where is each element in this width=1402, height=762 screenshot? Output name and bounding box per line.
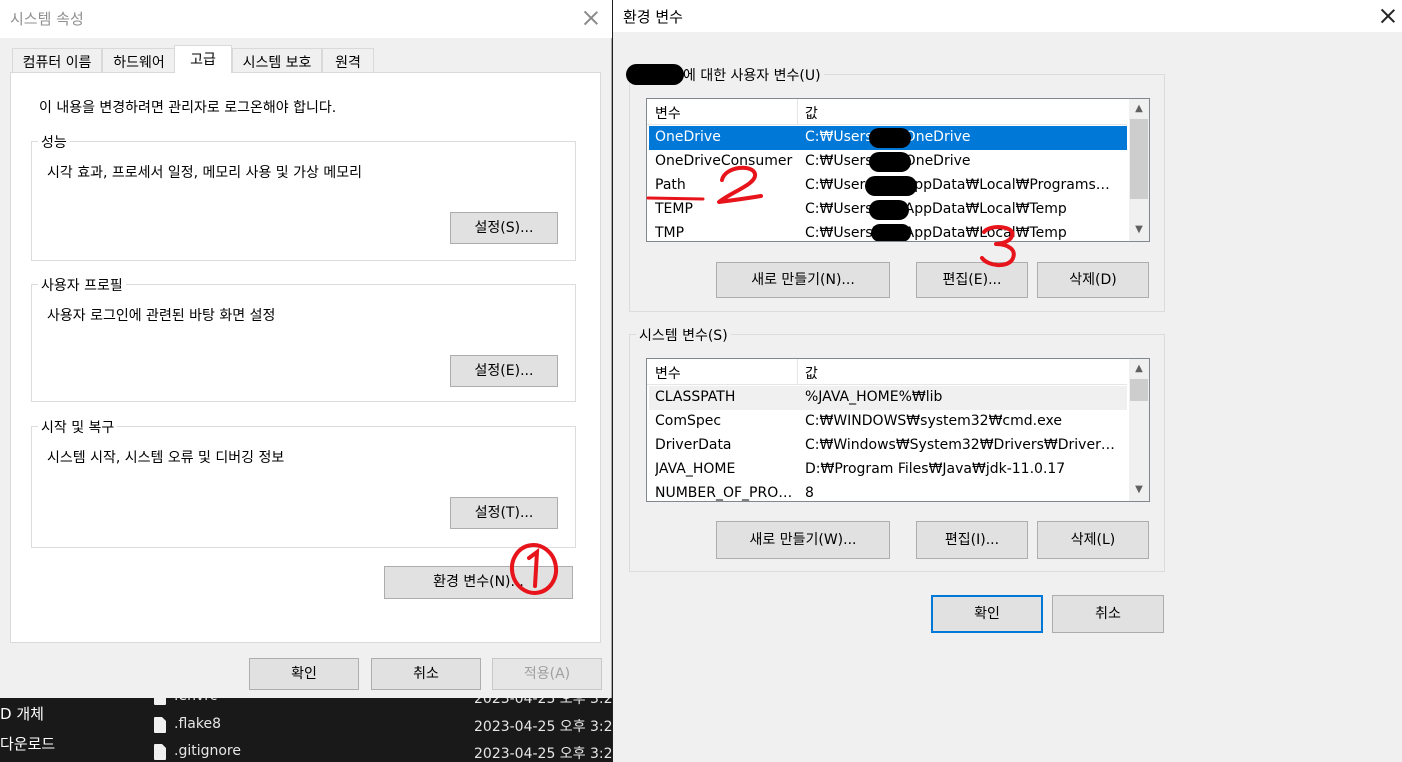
- system-delete-button[interactable]: 삭제(L): [1037, 521, 1149, 559]
- tab-advanced[interactable]: 고급: [174, 45, 232, 73]
- vertical-scrollbar[interactable]: ▲ ▼: [1129, 99, 1149, 241]
- column-header-value[interactable]: 값: [805, 363, 818, 383]
- close-icon[interactable]: [1381, 9, 1395, 23]
- annotation-marker-2: [646, 165, 763, 204]
- list-item[interactable]: JAVA_HOME D:₩Program Files₩Java₩jdk-11.0…: [649, 458, 1127, 482]
- file-icon: [154, 744, 166, 760]
- cancel-button[interactable]: 취소: [371, 658, 481, 690]
- variable-value: C:₩Users₩ ₩AppData₩Local₩Programs₩Python…: [805, 177, 1123, 193]
- title-bar[interactable]: 시스템 속성: [0, 0, 612, 38]
- variable-name: JAVA_HOME: [655, 461, 736, 477]
- scroll-up-icon[interactable]: ▲: [1129, 99, 1149, 119]
- user-profile-settings-button[interactable]: 설정(E)...: [450, 355, 558, 387]
- admin-notice: 이 내용을 변경하려면 관리자로 로그온해야 합니다.: [39, 100, 337, 116]
- variable-value: C:₩Users₩ ₩AppData₩Local₩Temp: [805, 201, 1067, 217]
- vertical-scrollbar[interactable]: ▲ ▼: [1129, 359, 1149, 501]
- group-description: 사용자 로그인에 관련된 바탕 화면 설정: [47, 308, 276, 324]
- user-new-button[interactable]: 새로 만들기(N)...: [716, 262, 890, 298]
- file-name: .gitignore: [174, 743, 241, 759]
- nav-item-downloads[interactable]: 다운로드: [0, 733, 55, 754]
- redaction-mark: [626, 64, 684, 85]
- nav-item-objects[interactable]: D 개체: [0, 703, 44, 724]
- variable-value: C:₩Users₩ ₩OneDrive: [805, 129, 971, 145]
- file-row[interactable]: .flake8 2023-04-25 오후 3:24: [150, 714, 622, 738]
- file-icon: [154, 717, 166, 733]
- system-new-button[interactable]: 새로 만들기(W)...: [716, 521, 890, 559]
- cancel-button[interactable]: 취소: [1052, 595, 1164, 633]
- variable-name: CLASSPATH: [655, 389, 736, 405]
- tab-hardware[interactable]: 하드웨어: [102, 48, 176, 72]
- user-profile-group: 사용자 프로필 사용자 로그인에 관련된 바탕 화면 설정 설정(E)...: [31, 275, 576, 402]
- column-header-variable[interactable]: 변수: [655, 363, 681, 383]
- tab-remote[interactable]: 원격: [322, 48, 374, 72]
- list-header: 변수 값: [647, 359, 1127, 385]
- annotation-marker-1: [509, 543, 559, 595]
- variable-name: DriverData: [655, 437, 732, 453]
- user-variables-legend: 에 대한 사용자 변수(U): [680, 65, 824, 85]
- variable-name: OneDrive: [655, 129, 721, 145]
- scroll-down-icon[interactable]: ▼: [1129, 480, 1149, 500]
- annotation-marker-3: [980, 225, 1016, 267]
- variable-value: C:₩Users₩ ₩AppData₩Local₩Temp: [805, 225, 1067, 241]
- title-bar[interactable]: 환경 변수: [613, 0, 1402, 32]
- apply-button: 적용(A): [492, 658, 602, 690]
- tab-system-protection[interactable]: 시스템 보호: [232, 48, 322, 72]
- column-header-variable[interactable]: 변수: [655, 103, 681, 123]
- file-explorer-background: D 개체 다운로드 .envrc 2023-04-25 오후 3:24 .fla…: [0, 688, 621, 762]
- variable-name: NUMBER_OF_PROCESSORS: [655, 485, 801, 501]
- redaction-mark: [865, 176, 917, 196]
- group-legend: 시작 및 복구: [38, 417, 118, 437]
- column-header-value[interactable]: 값: [805, 103, 818, 123]
- variable-value: D:₩Program Files₩Java₩jdk-11.0.17: [805, 461, 1066, 477]
- performance-group: 성능 시각 효과, 프로세서 일정, 메모리 사용 및 가상 메모리 설정(S)…: [31, 132, 576, 261]
- list-header: 변수 값: [647, 99, 1127, 125]
- scroll-thumb[interactable]: [1130, 379, 1148, 401]
- redaction-mark: [869, 152, 911, 172]
- dialog-title: 환경 변수: [623, 8, 683, 26]
- redaction-mark: [869, 200, 909, 220]
- redaction-mark: [871, 224, 911, 241]
- list-item[interactable]: ComSpec C:₩WINDOWS₩system32₩cmd.exe: [649, 410, 1127, 434]
- dialog-title: 시스템 속성: [10, 10, 84, 28]
- performance-settings-button[interactable]: 설정(S)...: [450, 212, 558, 244]
- list-item[interactable]: NUMBER_OF_PROCESSORS 8: [649, 482, 1127, 501]
- scroll-down-icon[interactable]: ▼: [1129, 220, 1149, 240]
- ok-button[interactable]: 확인: [931, 595, 1043, 633]
- system-variables-list[interactable]: 변수 값 CLASSPATH %JAVA_HOME%₩lib ComSpec C…: [646, 358, 1150, 502]
- system-edit-button[interactable]: 편집(I)...: [916, 521, 1028, 559]
- file-date: 2023-04-25 오후 3:24: [474, 746, 622, 762]
- group-legend: 성능: [38, 132, 70, 152]
- variable-value: 8: [805, 485, 814, 501]
- startup-recovery-group: 시작 및 복구 시스템 시작, 시스템 오류 및 디버깅 정보 설정(T)...: [31, 417, 576, 548]
- list-item[interactable]: CLASSPATH %JAVA_HOME%₩lib: [649, 386, 1127, 410]
- variable-value: %JAVA_HOME%₩lib: [805, 389, 943, 405]
- scroll-thumb[interactable]: [1130, 119, 1148, 199]
- variable-value: C:₩Windows₩System32₩Drivers₩DriverData: [805, 437, 1123, 453]
- file-date: 2023-04-25 오후 3:24: [474, 719, 622, 735]
- redaction-mark: [869, 128, 911, 148]
- user-delete-button[interactable]: 삭제(D): [1037, 262, 1149, 298]
- variable-name: ComSpec: [655, 413, 722, 429]
- column-divider[interactable]: [797, 359, 798, 385]
- file-row[interactable]: .gitignore 2023-04-25 오후 3:24: [150, 741, 622, 762]
- startup-recovery-settings-button[interactable]: 설정(T)...: [450, 497, 558, 529]
- column-divider[interactable]: [797, 99, 798, 125]
- variable-name: TMP: [655, 225, 685, 241]
- variable-value: C:₩WINDOWS₩system32₩cmd.exe: [805, 413, 1062, 429]
- tab-computer-name[interactable]: 컴퓨터 이름: [12, 48, 102, 72]
- system-variables-group: 시스템 변수(S) 변수 값 CLASSPATH %JAVA_HOME%₩lib…: [629, 325, 1165, 572]
- file-name: .flake8: [174, 716, 221, 732]
- close-icon[interactable]: [584, 11, 598, 25]
- variable-value: C:₩Users₩ ₩OneDrive: [805, 153, 971, 169]
- list-item[interactable]: DriverData C:₩Windows₩System32₩Drivers₩D…: [649, 434, 1127, 458]
- group-description: 시스템 시작, 시스템 오류 및 디버깅 정보: [47, 450, 285, 466]
- group-description: 시각 효과, 프로세서 일정, 메모리 사용 및 가상 메모리: [47, 165, 362, 181]
- scroll-up-icon[interactable]: ▲: [1129, 359, 1149, 379]
- group-legend: 사용자 프로필: [38, 275, 126, 295]
- ok-button[interactable]: 확인: [249, 658, 359, 690]
- environment-variables-dialog: 환경 변수 에 대한 사용자 변수(U) 변수 값 OneDrive C:₩Us…: [613, 0, 1402, 762]
- system-variables-legend: 시스템 변수(S): [636, 325, 731, 345]
